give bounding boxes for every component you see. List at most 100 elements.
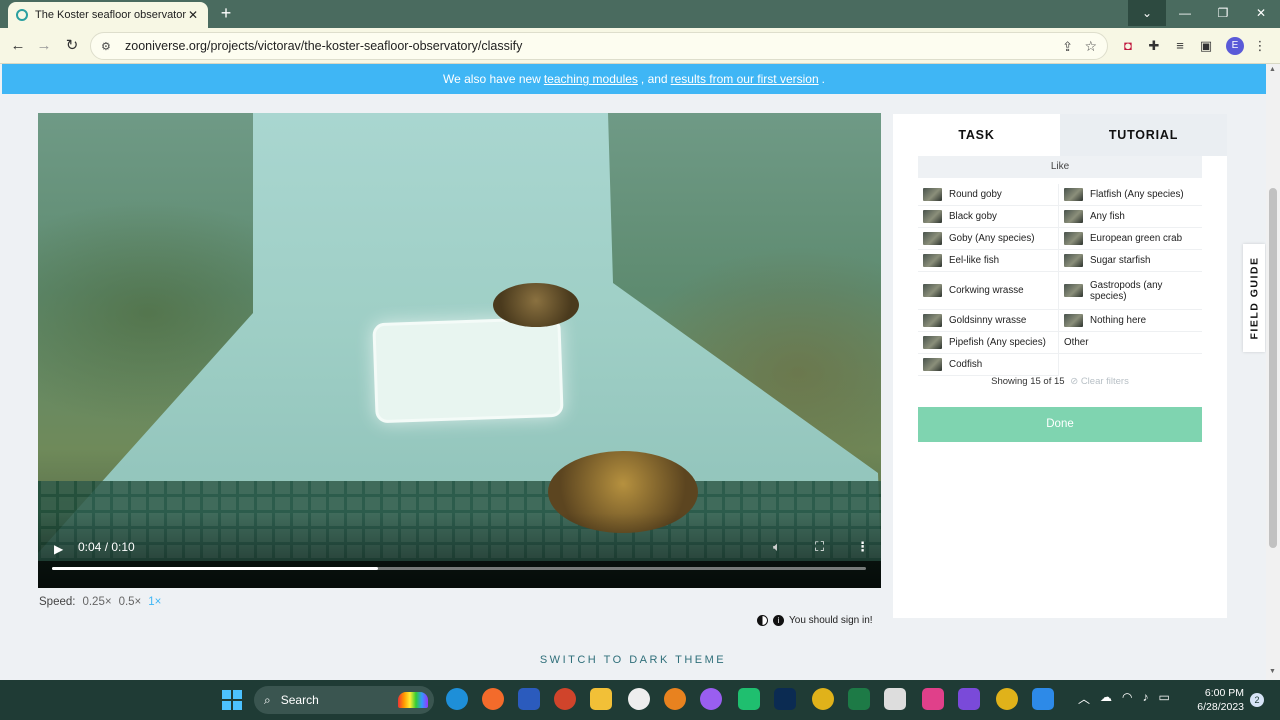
scroll-down-icon[interactable]: ▼ [1269, 668, 1276, 675]
extension-icon[interactable]: ◘ [1120, 38, 1136, 54]
choice-codfish[interactable]: Codfish [918, 354, 1059, 376]
tab-tutorial[interactable]: TUTORIAL [1060, 114, 1227, 156]
battery-icon[interactable]: ▭ [1159, 690, 1170, 707]
choice-gastropods[interactable]: Gastropods (any species) [1059, 272, 1202, 310]
fullscreen-icon[interactable]: ⛶ [815, 539, 824, 555]
teaching-modules-link[interactable]: teaching modules [544, 72, 638, 86]
field-guide-button[interactable]: FIELD GUIDE [1243, 244, 1265, 352]
wifi-icon[interactable]: ◠ [1122, 690, 1132, 707]
like-filter[interactable]: Like [918, 156, 1202, 178]
edge-icon[interactable] [446, 688, 468, 710]
choice-eel-like-fish[interactable]: Eel-like fish [918, 250, 1059, 272]
choice-other[interactable]: Other [1059, 332, 1202, 354]
mute-icon[interactable]: 🔈︎ [773, 539, 781, 555]
choice-black-goby[interactable]: Black goby [918, 206, 1059, 228]
banner-text-end: . [821, 72, 825, 86]
reload-icon[interactable]: ↻ [62, 36, 82, 56]
puzzle-icon[interactable]: ✚ [1146, 38, 1162, 54]
video-player[interactable]: ▶ 0:04 / 0:10 🔈︎ ⛶ ⋮ [38, 113, 881, 588]
app-icon[interactable] [1032, 688, 1054, 710]
tab-search-chevron-icon[interactable]: ⌄ [1128, 0, 1166, 26]
app-icon[interactable] [628, 688, 650, 710]
taskbar-clock[interactable]: 6:00 PM 6/28/2023 [1196, 686, 1244, 714]
share-icon[interactable]: ⇪ [1062, 39, 1073, 55]
menu-icon[interactable]: ⋮ [1252, 38, 1268, 54]
choice-european-green-crab[interactable]: European green crab [1059, 228, 1202, 250]
video-progress [52, 567, 378, 570]
address-bar[interactable]: ⚙ zooniverse.org/projects/victorav/the-k… [90, 32, 1108, 60]
chrome-active-icon[interactable] [996, 688, 1018, 710]
tab-title: The Koster seafloor observatory [35, 9, 186, 21]
scrollbar-thumb[interactable] [1269, 188, 1277, 548]
window-close-icon[interactable]: ✕ [1242, 0, 1280, 26]
scroll-up-icon[interactable]: ▲ [1269, 66, 1276, 73]
speed-option-1[interactable]: 1× [148, 596, 161, 608]
chevron-up-icon[interactable]: ︿ [1078, 690, 1090, 707]
dark-theme-toggle[interactable]: SWITCH TO DARK THEME [0, 654, 1266, 666]
profile-avatar[interactable]: E [1226, 37, 1244, 55]
windows-start-icon[interactable] [222, 690, 242, 710]
search-highlight-icon [398, 692, 428, 708]
clipchamp-icon[interactable] [958, 688, 980, 710]
taskbar-search-label: Search [280, 693, 319, 707]
choice-any-fish[interactable]: Any fish [1059, 206, 1202, 228]
choice-label: European green crab [1090, 233, 1183, 244]
panel-tabs: TASK TUTORIAL [893, 114, 1227, 156]
file-explorer-icon[interactable] [590, 688, 612, 710]
taskbar-search[interactable]: ⌕ Search [254, 686, 434, 714]
tab-task[interactable]: TASK [893, 114, 1060, 156]
site-info-icon[interactable]: ⚙ [101, 40, 117, 53]
classification-panel: TASK TUTORIAL Like Round goby Flatfish (… [893, 114, 1227, 618]
video-seek-bar[interactable] [52, 567, 866, 570]
app-icon[interactable] [700, 688, 722, 710]
maximize-icon[interactable]: ❐ [1204, 0, 1242, 26]
sidepanel-icon[interactable]: ▣ [1198, 38, 1214, 54]
choice-goby-any[interactable]: Goby (Any species) [918, 228, 1059, 250]
browser-tab[interactable]: The Koster seafloor observatory ✕ [8, 2, 208, 28]
firefox-icon[interactable] [482, 688, 504, 710]
app-icon[interactable] [884, 688, 906, 710]
page-scrollbar[interactable]: ▲ ▼ [1266, 64, 1280, 680]
choice-label: Eel-like fish [949, 255, 1000, 266]
species-thumbnail [923, 358, 942, 371]
speed-option-025[interactable]: 0.25× [82, 596, 111, 608]
lightroom-icon[interactable] [774, 688, 796, 710]
cloud-icon[interactable]: ☁ [1100, 690, 1112, 707]
done-button[interactable]: Done [918, 407, 1202, 442]
choice-round-goby[interactable]: Round goby [918, 184, 1059, 206]
chrome-icon[interactable] [812, 688, 834, 710]
filter-status: Showing 15 of 15 ⊘ Clear filters [918, 376, 1202, 387]
new-tab-button[interactable]: + [216, 3, 236, 23]
results-link[interactable]: results from our first version [671, 72, 819, 86]
back-arrow-icon[interactable]: ← [8, 36, 28, 56]
zooniverse-favicon-icon [16, 9, 28, 21]
choice-nothing-here[interactable]: Nothing here [1059, 310, 1202, 332]
notification-badge[interactable]: 2 [1250, 693, 1264, 707]
blender-icon[interactable] [664, 688, 686, 710]
volume-icon[interactable]: ♪ [1143, 690, 1149, 707]
choice-label: Gastropods (any species) [1090, 279, 1163, 302]
choice-sugar-starfish[interactable]: Sugar starfish [1059, 250, 1202, 272]
minimize-icon[interactable]: — [1166, 0, 1204, 26]
app-icon[interactable] [738, 688, 760, 710]
play-icon[interactable]: ▶ [54, 542, 66, 556]
media-icon[interactable]: ≡ [1172, 38, 1188, 54]
app-icon[interactable] [922, 688, 944, 710]
star-icon[interactable]: ☆ [1084, 38, 1097, 55]
clock-time: 6:00 PM [1204, 687, 1244, 699]
choice-pipefish[interactable]: Pipefish (Any species) [918, 332, 1059, 354]
powerpoint-icon[interactable] [554, 688, 576, 710]
choice-corkwing-wrasse[interactable]: Corkwing wrasse [918, 272, 1059, 310]
choice-flatfish[interactable]: Flatfish (Any species) [1059, 184, 1202, 206]
clear-filters-button[interactable]: ⊘ Clear filters [1070, 376, 1129, 387]
system-tray: ︿ ☁ ◠ ♪ ▭ [1078, 690, 1170, 707]
choice-goldsinny-wrasse[interactable]: Goldsinny wrasse [918, 310, 1059, 332]
contrast-icon[interactable] [757, 615, 768, 626]
speed-option-05[interactable]: 0.5× [119, 596, 142, 608]
excel-icon[interactable] [848, 688, 870, 710]
word-icon[interactable] [518, 688, 540, 710]
more-options-icon[interactable]: ⋮ [856, 539, 869, 555]
info-icon[interactable]: i [773, 615, 784, 626]
forward-arrow-icon[interactable]: → [34, 36, 54, 56]
tab-close-icon[interactable]: ✕ [186, 8, 200, 22]
